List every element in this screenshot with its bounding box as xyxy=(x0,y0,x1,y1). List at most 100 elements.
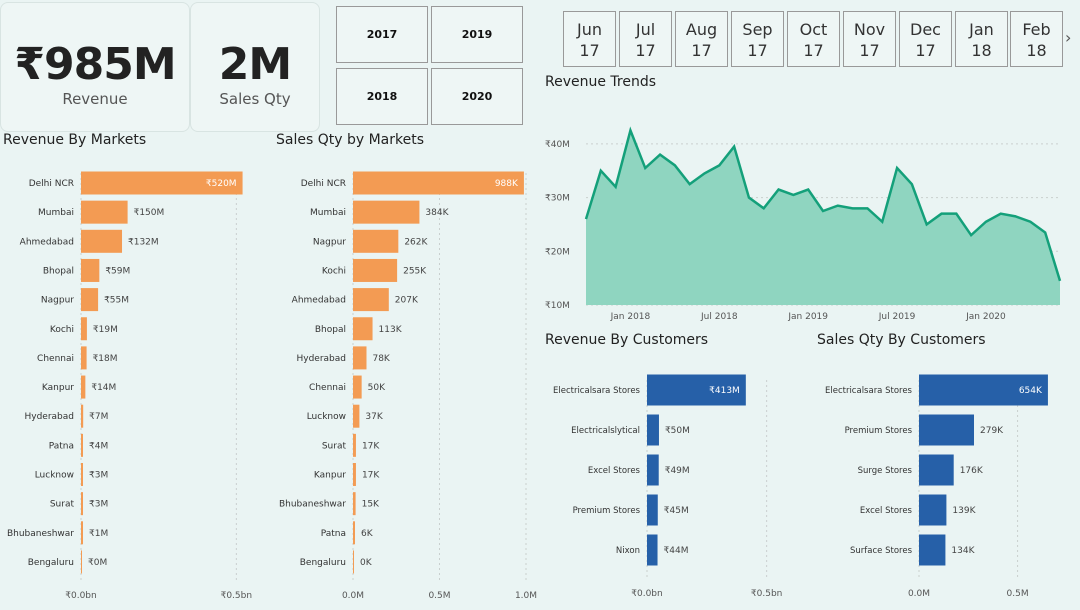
rev-markets-title: Revenue By Markets xyxy=(3,132,147,148)
qty-by-customers-chart: 0.0M 0.5M Electricalsara Stores 654K Premium… xyxy=(825,374,1048,599)
category-label: Bhubaneshwar xyxy=(7,529,74,539)
month-button-jul-17[interactable]: Jul 17 xyxy=(619,11,672,67)
year-label: 17 xyxy=(915,41,936,60)
bar xyxy=(353,229,399,253)
data-label: ₹3M xyxy=(89,471,108,481)
data-label: 134K xyxy=(951,546,975,556)
data-label: ₹3M xyxy=(89,500,108,510)
category-label: Patna xyxy=(49,441,74,451)
category-label: Mumbai xyxy=(310,208,346,218)
x-tick-label: ₹0.0bn xyxy=(631,589,662,599)
bar xyxy=(81,521,83,545)
category-label: Ahmedabad xyxy=(292,296,346,306)
data-label: 6K xyxy=(361,529,374,539)
qty-kpi-label: Sales Qty xyxy=(219,90,291,108)
category-label: Nagpur xyxy=(41,296,74,306)
year-label: 17 xyxy=(635,41,656,60)
year-2018-button[interactable]: 2018 xyxy=(336,68,428,125)
data-label: ₹55M xyxy=(104,296,129,306)
x-tick-label: Jul 2019 xyxy=(878,312,916,322)
revenue-kpi-label: Revenue xyxy=(62,90,128,108)
bar xyxy=(81,200,128,224)
data-label: ₹50M xyxy=(665,426,690,436)
data-label: ₹44M xyxy=(664,546,689,556)
data-label: 50K xyxy=(368,383,386,393)
bar xyxy=(353,404,360,428)
category-label: Excel Stores xyxy=(860,506,913,516)
bar xyxy=(353,288,389,312)
month-label: Jul xyxy=(635,20,656,39)
x-tick-label: ₹0.5bn xyxy=(221,591,252,601)
bar xyxy=(81,317,87,341)
category-label: Bengaluru xyxy=(300,558,346,568)
category-label: Patna xyxy=(321,529,346,539)
category-label: Excel Stores xyxy=(588,466,641,476)
month-button-jan-18[interactable]: Jan 18 xyxy=(955,11,1008,67)
month-label: Dec xyxy=(910,20,941,39)
category-label: Chennai xyxy=(309,383,346,393)
bar xyxy=(353,492,356,516)
chevron-right-icon[interactable]: › xyxy=(1065,28,1071,47)
bar xyxy=(81,375,86,399)
category-label: Surge Stores xyxy=(858,466,913,476)
category-label: Mumbai xyxy=(38,208,74,218)
bar xyxy=(353,463,356,486)
category-label: Electricalsara Stores xyxy=(553,386,641,396)
bar xyxy=(647,454,659,486)
month-button-oct-17[interactable]: Oct 17 xyxy=(787,11,840,67)
month-label: Aug xyxy=(685,20,718,39)
category-label: Surat xyxy=(50,500,75,510)
data-label: ₹4M xyxy=(89,441,108,451)
bar xyxy=(919,494,947,526)
x-tick-label: Jan 2018 xyxy=(610,312,651,322)
x-tick-label: 0.5M xyxy=(428,591,450,601)
category-label: Lucknow xyxy=(35,471,74,481)
data-label: 176K xyxy=(960,466,984,476)
bar xyxy=(353,200,420,224)
month-button-jun-17[interactable]: Jun 17 xyxy=(563,11,616,67)
bar xyxy=(919,414,975,446)
bar xyxy=(81,550,82,574)
year-2020-button[interactable]: 2020 xyxy=(431,68,523,125)
month-button-aug-17[interactable]: Aug 17 xyxy=(675,11,728,67)
x-tick-label: Jan 2020 xyxy=(965,312,1006,322)
data-label: 78K xyxy=(372,354,390,364)
data-label: ₹18M xyxy=(93,354,118,364)
data-label: 139K xyxy=(952,506,976,516)
month-button-feb-18[interactable]: Feb 18 xyxy=(1010,11,1063,67)
category-label: Bhopal xyxy=(43,266,74,276)
x-tick-label: 0.5M xyxy=(1007,589,1029,599)
bar xyxy=(81,404,84,428)
qty-by-markets-chart: 0.0M 0.5M 1.0M Delhi NCR 988K Mumbai 384K Nagpu… xyxy=(279,171,537,601)
revenue-by-customers-chart: ₹0.0bn ₹0.5bn Electricalsara Stores ₹413M El… xyxy=(553,374,782,599)
bar xyxy=(353,346,367,370)
x-tick-label: Jul 2018 xyxy=(700,312,738,322)
data-label: 37K xyxy=(365,412,383,422)
category-label: Chennai xyxy=(37,354,74,364)
month-button-nov-17[interactable]: Nov 17 xyxy=(843,11,896,67)
x-tick-label: Jan 2019 xyxy=(787,312,828,322)
data-label: 0K xyxy=(360,558,373,568)
month-label: Jan xyxy=(969,20,994,39)
data-label: 654K xyxy=(1019,386,1043,396)
x-tick-label: ₹0.5bn xyxy=(751,589,782,599)
month-button-sep-17[interactable]: Sep 17 xyxy=(731,11,784,67)
category-label: Surface Stores xyxy=(850,546,913,556)
data-label: ₹413M xyxy=(709,386,740,396)
year-label: 18 xyxy=(971,41,992,60)
category-label: Premium Stores xyxy=(573,506,641,516)
bar xyxy=(353,317,373,341)
data-label: 279K xyxy=(980,426,1004,436)
data-label: 113K xyxy=(379,325,403,335)
data-label: ₹49M xyxy=(665,466,690,476)
month-button-dec-17[interactable]: Dec 17 xyxy=(899,11,952,67)
category-label: Electricalsara Stores xyxy=(825,386,913,396)
year-2019-button[interactable]: 2019 xyxy=(431,6,523,63)
qty-customers-title: Sales Qty By Customers xyxy=(817,332,986,348)
bar xyxy=(919,454,954,486)
bar xyxy=(353,375,362,399)
month-label: Feb xyxy=(1022,20,1051,39)
revenue-trend-chart: ₹10M ₹20M ₹30M ₹40M Jan 2018 Jul 2018 Jan 2019… xyxy=(545,126,1062,322)
month-label: Jun xyxy=(577,20,602,39)
year-2017-button[interactable]: 2017 xyxy=(336,6,428,63)
